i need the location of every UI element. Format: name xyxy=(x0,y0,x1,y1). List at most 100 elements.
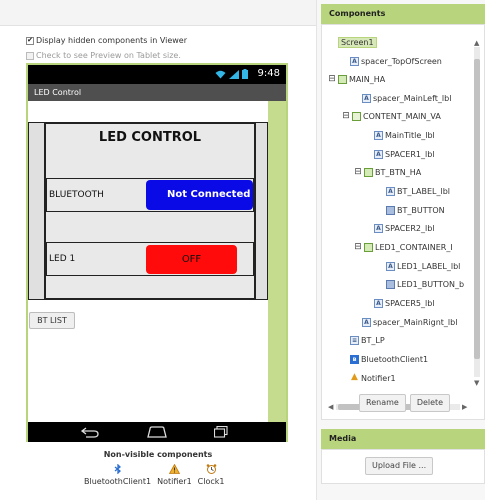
phone-preview: 9:48 LED Control LED CONTROL BLUETOOTH N… xyxy=(26,63,288,442)
tree-item-content-main-va[interactable]: ⊟ CONTENT_MAIN_VA xyxy=(342,109,441,123)
tree-item-screen1[interactable]: Screen1 xyxy=(328,35,377,49)
tablet-preview-label: Check to see Preview on Tablet size. xyxy=(36,51,181,60)
tree-item-led1-container[interactable]: ⊟ LED1_CONTAINER_I xyxy=(354,240,453,254)
tree-item-label: BT_LP xyxy=(361,335,385,345)
scroll-right-icon[interactable]: ▶ xyxy=(462,403,467,411)
bt-list-button[interactable]: BT LIST xyxy=(29,312,75,329)
tree-item-bt-lp[interactable]: ≡ BT_LP xyxy=(350,333,385,347)
nonvisible-label: Clock1 xyxy=(197,477,225,486)
status-icons xyxy=(215,69,248,81)
tree-item-label: MainTitle_lbl xyxy=(385,130,435,140)
tree-item-label: CONTENT_MAIN_VA xyxy=(363,111,441,121)
collapse-icon[interactable]: ⊟ xyxy=(354,242,362,252)
delete-button[interactable]: Delete xyxy=(409,394,451,412)
viewer-top-bar xyxy=(0,0,316,26)
battery-icon xyxy=(242,69,248,81)
content-main-va[interactable]: LED CONTROL BLUETOOTH Not Connected LED … xyxy=(45,123,255,299)
nonvisible-notifier[interactable]: Notifier1 xyxy=(157,463,192,486)
bluetooth-icon xyxy=(114,463,122,476)
tree-item-label: SPACER1_lbl xyxy=(385,149,435,159)
home-icon xyxy=(146,426,168,440)
display-hidden-checkbox-row[interactable]: ✔ Display hidden components in Viewer xyxy=(26,36,187,45)
tree-item-label: BT_BUTTON xyxy=(397,205,445,215)
components-tree: Screen1 A spacer_TopOfScreen ⊟ MAIN_HA A… xyxy=(322,25,470,385)
main-ha-arrangement[interactable]: LED CONTROL BLUETOOTH Not Connected LED … xyxy=(28,122,268,300)
collapse-icon[interactable]: ⊟ xyxy=(354,167,362,177)
viewer-panel: ✔ Display hidden components in Viewer Ch… xyxy=(0,0,316,500)
tree-item-label: SPACER5_lbl xyxy=(385,298,435,308)
tree-item-label: Screen1 xyxy=(338,36,377,48)
tree-item-bt-label[interactable]: A BT_LABEL_lbl xyxy=(386,184,450,198)
tree-item-label: LED1_LABEL_lbl xyxy=(397,261,461,271)
spacer-main-left[interactable] xyxy=(29,123,45,299)
bt-label[interactable]: BLUETOOTH xyxy=(49,190,104,200)
label-icon: A xyxy=(362,317,371,327)
tree-vertical-scrollbar[interactable]: ▲ ▼ xyxy=(473,39,481,389)
right-panel: Components Screen1 A spacer_TopOfScreen … xyxy=(316,0,485,500)
bluetooth-icon: ʙ xyxy=(350,354,359,364)
label-icon: A xyxy=(374,130,383,140)
nonvisible-bluetoothclient[interactable]: BluetoothClient1 xyxy=(84,463,151,486)
label-icon: A xyxy=(386,261,395,271)
tree-item-bluetoothclient[interactable]: ʙ BluetoothClient1 xyxy=(350,352,428,366)
tree-item-main-ha[interactable]: ⊟ MAIN_HA xyxy=(328,72,385,86)
tablet-preview-checkbox-row[interactable]: Check to see Preview on Tablet size. xyxy=(26,51,181,60)
tree-item-spacer1[interactable]: A SPACER1_lbl xyxy=(374,147,435,161)
tree-item-label: spacer_TopOfScreen xyxy=(361,56,442,66)
led1-button[interactable]: OFF xyxy=(146,245,237,274)
tree-item-led1-label[interactable]: A LED1_LABEL_lbl xyxy=(386,259,460,273)
upload-file-button[interactable]: Upload File ... xyxy=(365,457,434,475)
tree-item-bt-btn-ha[interactable]: ⊟ BT_BTN_HA xyxy=(354,165,421,179)
scroll-down-icon[interactable]: ▼ xyxy=(474,379,479,387)
tree-item-label: LED1_CONTAINER_I xyxy=(375,242,453,252)
horizontal-arrangement-icon xyxy=(364,242,373,252)
scroll-left-icon[interactable]: ◀ xyxy=(328,403,333,411)
rename-button[interactable]: Rename xyxy=(359,394,406,412)
tree-item-label: spacer_MainLeft_lbl xyxy=(373,93,452,103)
tree-item-spacer-mainright[interactable]: A spacer_MainRignt_lbl xyxy=(362,315,457,329)
tree-item-label: LED1_BUTTON_b xyxy=(397,279,465,289)
display-hidden-label: Display hidden components in Viewer xyxy=(36,36,188,45)
nonvisible-clock[interactable]: Clock1 xyxy=(198,464,225,486)
tree-item-spacer5[interactable]: A SPACER5_lbl xyxy=(374,296,435,310)
button-icon xyxy=(386,205,395,215)
scroll-up-icon[interactable]: ▲ xyxy=(474,39,479,47)
tree-item-spacer2[interactable]: A SPACER2_lbl xyxy=(374,221,435,235)
signal-icon xyxy=(229,70,239,81)
tree-item-maintitle[interactable]: A MainTitle_lbl xyxy=(374,128,435,142)
tree-item-notifier[interactable]: ▲ Notifier1 xyxy=(350,371,396,385)
tree-item-label: Notifier1 xyxy=(361,373,396,383)
tree-item-label: BT_BTN_HA xyxy=(375,167,422,177)
status-bar: 9:48 xyxy=(28,65,286,84)
back-icon xyxy=(80,426,100,440)
tree-item-label: MAIN_HA xyxy=(349,74,386,84)
nonvisible-components-title: Non-visible components xyxy=(103,450,213,459)
status-time: 9:48 xyxy=(257,68,280,79)
led1-label[interactable]: LED 1 xyxy=(49,254,75,264)
display-hidden-checkbox[interactable]: ✔ xyxy=(26,36,34,45)
clock-icon xyxy=(206,464,217,476)
bt-button[interactable]: Not Connected xyxy=(146,180,253,210)
collapse-icon[interactable]: ⊟ xyxy=(328,74,336,84)
recent-apps-icon xyxy=(213,425,228,440)
tree-item-led1-button[interactable]: LED1_BUTTON_b xyxy=(386,277,464,291)
tree-item-spacer-topofscreen[interactable]: A spacer_TopOfScreen xyxy=(350,54,442,68)
label-icon: A xyxy=(386,186,395,196)
tree-item-bt-button[interactable]: BT_BUTTON xyxy=(386,203,445,217)
spacer-main-right[interactable] xyxy=(255,123,267,299)
warning-icon: ▲ xyxy=(351,371,358,382)
bt-btn-ha[interactable]: BLUETOOTH Not Connected xyxy=(46,178,254,212)
collapse-icon[interactable]: ⊟ xyxy=(342,111,350,121)
scroll-thumb[interactable] xyxy=(474,59,480,359)
listpicker-icon: ≡ xyxy=(350,335,359,345)
nonvisible-components-list: BluetoothClient1 Notifier1 Clock1 xyxy=(84,463,225,486)
components-header: Components xyxy=(321,4,485,24)
main-title-label[interactable]: LED CONTROL xyxy=(46,130,254,145)
led1-container-ha[interactable]: LED 1 OFF xyxy=(46,242,254,276)
vertical-arrangement-icon xyxy=(352,111,361,121)
tree-item-spacer-mainleft[interactable]: A spacer_MainLeft_lbl xyxy=(362,91,451,105)
label-icon: A xyxy=(374,298,383,308)
warning-icon xyxy=(168,463,181,476)
tablet-preview-checkbox[interactable] xyxy=(26,51,34,60)
tree-item-label: BluetoothClient1 xyxy=(361,354,429,364)
